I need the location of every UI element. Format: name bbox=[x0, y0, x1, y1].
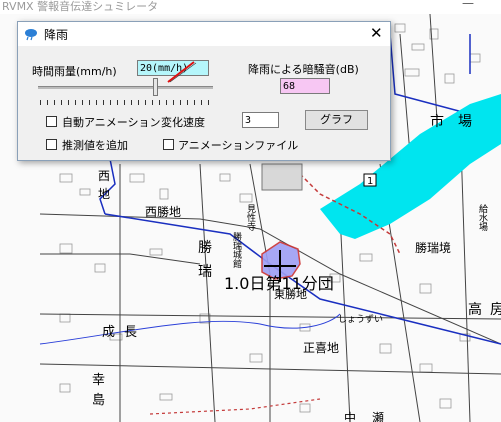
animation-file-label: アニメーションファイル bbox=[178, 139, 299, 152]
map-label-shijo: 市 bbox=[430, 113, 444, 130]
rainfall-label: 時間雨量(mm/h) bbox=[32, 65, 117, 78]
map-label-shoz: 勝 bbox=[198, 240, 212, 256]
noise-value: 68 bbox=[283, 81, 296, 92]
map-label-katsumizu-sakai: 勝瑞境 bbox=[415, 240, 451, 255]
map-label-kou: 幸 bbox=[92, 373, 105, 388]
map-label-seicho: 成 bbox=[102, 325, 115, 340]
route-number: 1 bbox=[367, 176, 373, 187]
slider-ticks bbox=[40, 100, 212, 105]
noise-label: 降雨による暗騒音(dB) bbox=[248, 63, 359, 76]
app-title: RVMX 警報音伝達シュミレータ bbox=[2, 0, 159, 13]
map-label-kenshoji: 見性寺 bbox=[245, 204, 256, 231]
minimize-button[interactable]: — bbox=[462, 0, 474, 10]
map-label-nishi-katsuchi: 西勝地 bbox=[145, 204, 181, 219]
noise-value-box: 68 bbox=[280, 78, 330, 94]
route-marker: 1 bbox=[363, 173, 377, 187]
map-label-se: 瀬 bbox=[372, 411, 384, 422]
close-button[interactable]: ✕ bbox=[370, 24, 383, 42]
map-label-higashi-katsuchi: 東勝地 bbox=[274, 287, 307, 301]
map-label-katsumizujo: 勝瑞城館 bbox=[231, 231, 242, 269]
map-label-kyusui: 給水場 bbox=[477, 203, 488, 232]
rain-cloud-icon bbox=[25, 29, 37, 41]
app-titlebar: RVMX 警報音伝達シュミレータ — bbox=[0, 0, 501, 14]
rainfall-dialog: 降雨 ✕ 時間雨量(mm/h) 20(mm/h) 降雨による暗騒音(dB) 68… bbox=[17, 21, 391, 161]
map-label-ho: 房 bbox=[490, 302, 501, 318]
map-label-seikichi: 正喜地 bbox=[303, 341, 339, 355]
map-label-nishi: 西 bbox=[98, 169, 110, 183]
add-estimate-label: 推測値を追加 bbox=[62, 139, 128, 152]
map-label-taka: 高 bbox=[468, 301, 482, 318]
dialog-title: 降雨 bbox=[44, 28, 69, 42]
change-speed-label: 変化速度 bbox=[161, 116, 205, 129]
map-label-naka: 中 bbox=[344, 410, 356, 422]
map-label-zui: 瑞 bbox=[198, 264, 212, 280]
graph-button[interactable]: グラフ bbox=[305, 110, 368, 130]
auto-animation-label: 自動アニメーション bbox=[62, 116, 161, 129]
speed-value: 3 bbox=[245, 115, 252, 126]
add-estimate-checkbox[interactable] bbox=[46, 139, 57, 150]
map-label-chi: 地 bbox=[98, 187, 110, 201]
map-label-shozui: しょうずい bbox=[338, 314, 383, 325]
auto-animation-checkbox[interactable] bbox=[46, 116, 57, 127]
map-label-shima: 島 bbox=[92, 393, 105, 408]
speed-input[interactable]: 3 bbox=[242, 112, 279, 128]
pointer-icon bbox=[167, 61, 197, 83]
map-label-naga: 長 bbox=[124, 325, 137, 340]
map-label-ba: 場 bbox=[458, 114, 472, 130]
rainfall-slider-thumb[interactable] bbox=[153, 78, 158, 96]
rainfall-slider-track[interactable] bbox=[38, 86, 213, 89]
animation-file-checkbox[interactable] bbox=[163, 139, 174, 150]
factory-block bbox=[261, 163, 303, 191]
dialog-titlebar: 降雨 ✕ bbox=[18, 22, 390, 46]
